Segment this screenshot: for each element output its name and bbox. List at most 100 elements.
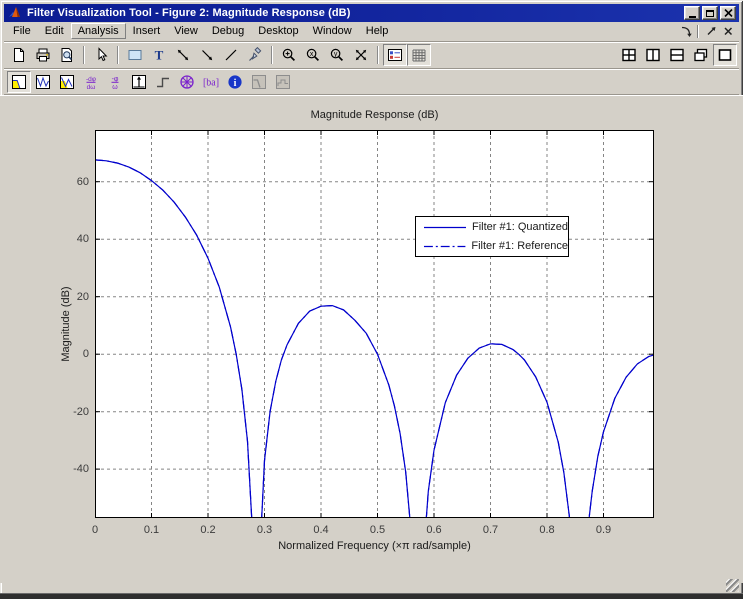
menubar-separator <box>697 25 699 38</box>
zoom-x-button[interactable]: x <box>301 44 325 66</box>
resize-grip[interactable] <box>726 579 739 592</box>
figure-canvas[interactable]: Magnitude Response (dB) Normalized Frequ… <box>0 95 743 583</box>
x-axis-label: Normalized Frequency (×π rad/sample) <box>95 540 654 552</box>
x-tick-label: 0.5 <box>360 524 394 536</box>
pole-zero-plot-icon <box>179 74 195 90</box>
minimize-button[interactable] <box>684 6 700 20</box>
step-response-button[interactable] <box>151 71 175 93</box>
magnitude-response-icon <box>11 74 27 90</box>
magnitude-response-button[interactable] <box>7 71 31 93</box>
x-tick-label: 0.9 <box>586 524 620 536</box>
svg-text:-φ: -φ <box>112 76 119 83</box>
new-document-button[interactable] <box>7 44 31 66</box>
close-icon <box>724 9 733 17</box>
toolbar-separator <box>377 46 379 64</box>
chart-title: Magnitude Response (dB) <box>95 109 654 121</box>
undock-figure-icon[interactable] <box>702 24 719 39</box>
two-pane-vertical-layout-icon <box>645 47 661 63</box>
pole-zero-plot-button[interactable] <box>175 71 199 93</box>
two-pane-horizontal-layout-button[interactable] <box>665 44 689 66</box>
matlab-logo-icon <box>7 5 23 21</box>
svg-text:x: x <box>310 51 314 58</box>
legend-line-sample <box>423 242 466 251</box>
menu-edit[interactable]: Edit <box>38 23 71 39</box>
toolbar-separator <box>271 46 273 64</box>
single-pane-layout-button[interactable] <box>713 44 737 66</box>
maximize-icon <box>706 10 714 17</box>
legend-entry: Filter #1: Reference <box>416 237 568 256</box>
rectangle-annotation-button[interactable] <box>123 44 147 66</box>
zoom-x-icon: x <box>305 47 321 63</box>
round-off-noise-psd-icon <box>275 74 291 90</box>
line-annotation-button[interactable] <box>219 44 243 66</box>
svg-text:i: i <box>234 78 237 89</box>
svg-text:[ba]: [ba] <box>203 78 219 89</box>
zoom-y-button[interactable]: y <box>325 44 349 66</box>
legend-line-sample <box>423 223 467 232</box>
legend-box[interactable]: Filter #1: Quantized Filter #1: Reference <box>415 216 569 257</box>
maximize-button[interactable] <box>702 6 718 20</box>
titlebar[interactable]: Filter Visualization Tool - Figure 2: Ma… <box>4 4 739 22</box>
filter-coefficients-icon: [ba] <box>203 74 219 90</box>
close-menu-icon[interactable] <box>719 24 736 39</box>
step-response-icon <box>155 74 171 90</box>
phase-response-button[interactable] <box>31 71 55 93</box>
grid-toggle-icon <box>411 47 427 63</box>
double-arrow-annotation-button[interactable] <box>171 44 195 66</box>
two-pane-horizontal-layout-icon <box>669 47 685 63</box>
legend-label: Filter #1: Quantized <box>472 221 568 233</box>
y-tick-label: 40 <box>56 233 89 245</box>
y-tick-label: 60 <box>56 176 89 188</box>
impulse-response-icon <box>131 74 147 90</box>
filter-coefficients-button[interactable]: [ba] <box>199 71 223 93</box>
menu-desktop[interactable]: Desktop <box>251 23 305 39</box>
zoom-in-icon <box>281 47 297 63</box>
menu-file[interactable]: File <box>6 23 38 39</box>
close-button[interactable] <box>720 6 736 20</box>
filter-information-button[interactable]: i <box>223 71 247 93</box>
text-annotation-button[interactable]: T <box>147 44 171 66</box>
menu-help[interactable]: Help <box>359 23 396 39</box>
arrow-annotation-icon <box>199 47 215 63</box>
phase-delay-button[interactable]: -φω <box>103 71 127 93</box>
y-tick-label: -40 <box>56 463 89 475</box>
menu-debug[interactable]: Debug <box>205 23 251 39</box>
phase-response-icon <box>35 74 51 90</box>
four-pane-layout-button[interactable] <box>617 44 641 66</box>
impulse-response-button[interactable] <box>127 71 151 93</box>
two-pane-vertical-layout-button[interactable] <box>641 44 665 66</box>
round-off-noise-psd-button <box>271 71 295 93</box>
menu-analysis[interactable]: Analysis <box>71 23 126 39</box>
y-tick-label: 20 <box>56 291 89 303</box>
x-tick-label: 0.4 <box>304 524 338 536</box>
dock-figure-icon[interactable] <box>677 24 694 39</box>
menu-window[interactable]: Window <box>306 23 359 39</box>
grid-toggle-button[interactable] <box>407 44 431 66</box>
cascade-layout-button[interactable] <box>689 44 713 66</box>
menu-insert[interactable]: Insert <box>126 23 168 39</box>
pin-axes-icon <box>247 47 263 63</box>
restore-view-button[interactable] <box>349 44 373 66</box>
plot-axes[interactable] <box>95 130 654 518</box>
text-annotation-icon: T <box>151 47 167 63</box>
window-title: Filter Visualization Tool - Figure 2: Ma… <box>27 7 351 19</box>
legend-entry: Filter #1: Quantized <box>416 218 568 237</box>
print-preview-button[interactable] <box>55 44 79 66</box>
group-delay-button[interactable]: -dφdω <box>79 71 103 93</box>
arrow-annotation-button[interactable] <box>195 44 219 66</box>
y-tick-label: 0 <box>56 348 89 360</box>
zoom-in-button[interactable] <box>277 44 301 66</box>
group-delay-icon: -dφdω <box>83 74 99 90</box>
magnitude-and-phase-button[interactable] <box>55 71 79 93</box>
menu-view[interactable]: View <box>167 23 205 39</box>
svg-text:ω: ω <box>112 84 118 90</box>
print-button[interactable] <box>31 44 55 66</box>
pin-axes-button[interactable] <box>243 44 267 66</box>
legend-toggle-button[interactable] <box>383 44 407 66</box>
edit-plot-cursor-button[interactable] <box>89 44 113 66</box>
toolbar-separator <box>117 46 119 64</box>
line-annotation-icon <box>223 47 239 63</box>
background-window-edge <box>0 593 743 599</box>
double-arrow-annotation-icon <box>175 47 191 63</box>
analysis-toolbar: -dφdω-φω[ba]i <box>4 68 739 95</box>
